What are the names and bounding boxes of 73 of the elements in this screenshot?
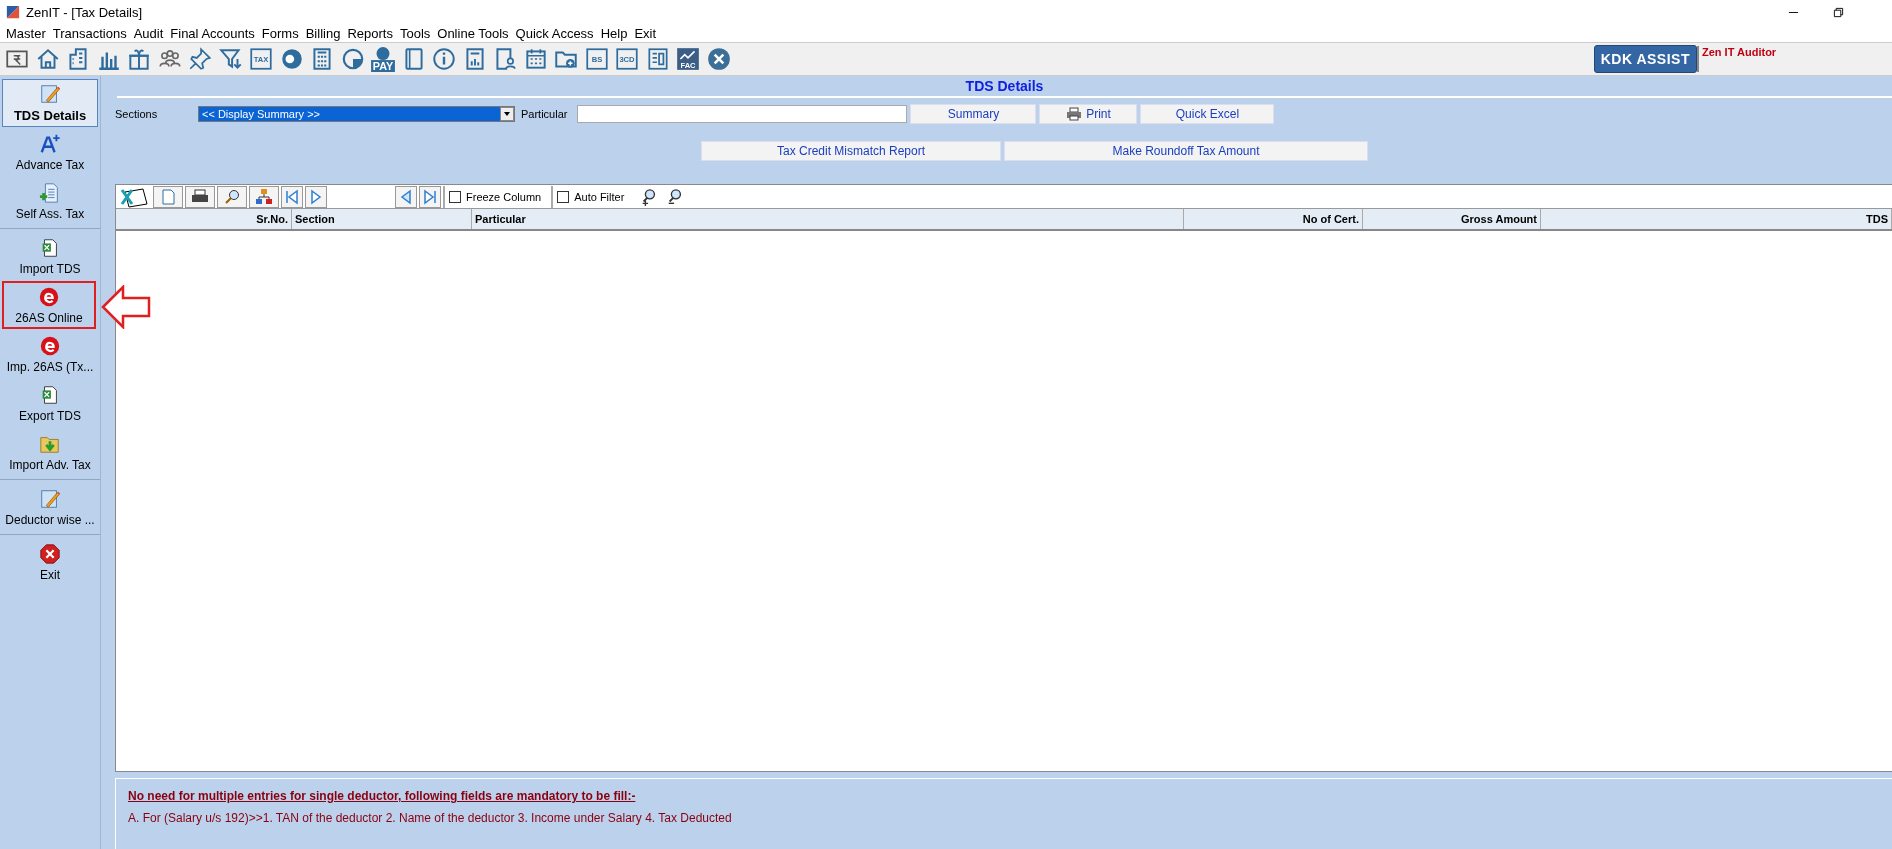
sections-dropdown[interactable]: << Display Summary >> (198, 106, 515, 122)
sidebar-tax-icon (39, 83, 61, 105)
toolbar-label-icon[interactable]: 3CD (614, 46, 640, 72)
column-header[interactable]: Section (292, 209, 472, 229)
next-record-icon[interactable] (305, 185, 327, 208)
toolbar-info-icon[interactable] (431, 46, 457, 72)
search-icon[interactable] (217, 185, 247, 208)
menu-item[interactable]: Reports (347, 25, 400, 41)
menu-item[interactable]: Quick Access (515, 25, 601, 41)
toolbar-label-icon[interactable]: BS (583, 46, 610, 72)
column-header[interactable]: No of Cert. (1184, 209, 1363, 229)
restore-icon[interactable] (1833, 6, 1844, 18)
hierarchy-icon[interactable] (249, 185, 279, 208)
last-record-icon[interactable] (419, 185, 441, 208)
toolbar-label-icon[interactable]: TAX (248, 46, 274, 72)
sidebar-item[interactable]: TDS Details (2, 79, 98, 127)
sidebar-e-icon (39, 334, 61, 357)
sidebar-item[interactable]: Deductor wise ... (2, 483, 98, 531)
toolbar-action-button[interactable]: Quick Excel (1140, 104, 1275, 124)
previous-record-icon[interactable] (395, 185, 417, 208)
menu-item[interactable]: Forms (261, 25, 306, 41)
sidebar-exit-icon (39, 542, 61, 565)
column-header[interactable]: Particular (472, 209, 1184, 229)
dropdown-caret-icon[interactable] (500, 107, 514, 121)
sidebar-item[interactable]: Import TDS (2, 232, 98, 280)
sidebar-item[interactable]: Export TDS (2, 379, 98, 427)
menu-item[interactable]: Help (600, 25, 635, 41)
menu-item[interactable]: Audit (133, 25, 171, 41)
sidebar-e-icon (38, 285, 60, 308)
highlighted-sidebar-item[interactable]: 26AS Online (2, 281, 96, 329)
report-button[interactable]: Tax Credit Mismatch Report (701, 141, 1001, 161)
menu-item[interactable]: Online Tools (437, 25, 516, 41)
checkbox-label: Auto Filter (574, 190, 625, 203)
sidebar-item[interactable]: Imp. 26AS (Tx... (2, 330, 98, 378)
menu-item[interactable]: Transactions (52, 25, 134, 41)
page-title: TDS Details (965, 78, 1044, 94)
menu-item[interactable]: Final Accounts (170, 25, 262, 41)
particular-field[interactable] (577, 105, 908, 123)
printer-icon (1066, 107, 1083, 121)
sidebar-item[interactable]: Import Adv. Tax (2, 428, 98, 476)
note-heading: No need for multiple entries for single deductor, following fields are mandatory to be fill:- (128, 789, 637, 803)
sidebar-item[interactable]: Advance Tax (2, 128, 98, 176)
first-record-icon[interactable] (281, 185, 303, 208)
toolbar-action-button[interactable]: Print (1039, 104, 1138, 124)
note-text: A. For (Salary u/s 192)>>1. TAN of the deductor 2. Name of the deductor 3. Income under Salary 4. Tax Deducted (128, 811, 733, 825)
sidebar-item[interactable]: Exit (2, 538, 98, 586)
menu-item[interactable]: Master (6, 25, 53, 41)
toolbar-fac-icon[interactable]: FAC (675, 46, 701, 72)
column-header[interactable]: Sr.No. (116, 209, 292, 229)
product-label: Zen IT Auditor (1697, 46, 1892, 72)
checkbox[interactable] (557, 190, 570, 203)
checkbox-label: Freeze Column (466, 190, 542, 203)
assist-button[interactable]: KDK ASSIST (1593, 45, 1697, 73)
toolbar-action-button[interactable]: Summary (910, 104, 1037, 124)
menu-item[interactable]: Tools (399, 25, 438, 41)
menu-item[interactable]: Billing (305, 25, 348, 41)
sidebar-doc-icon (39, 181, 61, 204)
app-logo-icon (6, 5, 20, 19)
sections-label: Sections (115, 108, 159, 120)
sidebar-tax-icon (39, 487, 61, 510)
sidebar-font-icon (39, 132, 61, 155)
sidebar-item[interactable]: Self Ass. Tax (2, 177, 98, 225)
print-icon[interactable] (185, 185, 215, 208)
column-header[interactable]: Gross Amount (1363, 209, 1541, 229)
checkbox[interactable] (449, 190, 461, 203)
toolbar-pin-icon[interactable] (187, 46, 213, 72)
column-header[interactable]: TDS (1541, 209, 1892, 229)
toolbar-filter-icon[interactable] (217, 46, 244, 72)
particular-label: Particular (521, 108, 568, 120)
window-title: ZenIT - [Tax Details] (26, 4, 143, 20)
report-button[interactable]: Make Roundoff Tax Amount (1004, 141, 1368, 161)
toolbar-close-icon[interactable] (705, 46, 732, 72)
menu-item[interactable]: Exit (634, 25, 664, 41)
